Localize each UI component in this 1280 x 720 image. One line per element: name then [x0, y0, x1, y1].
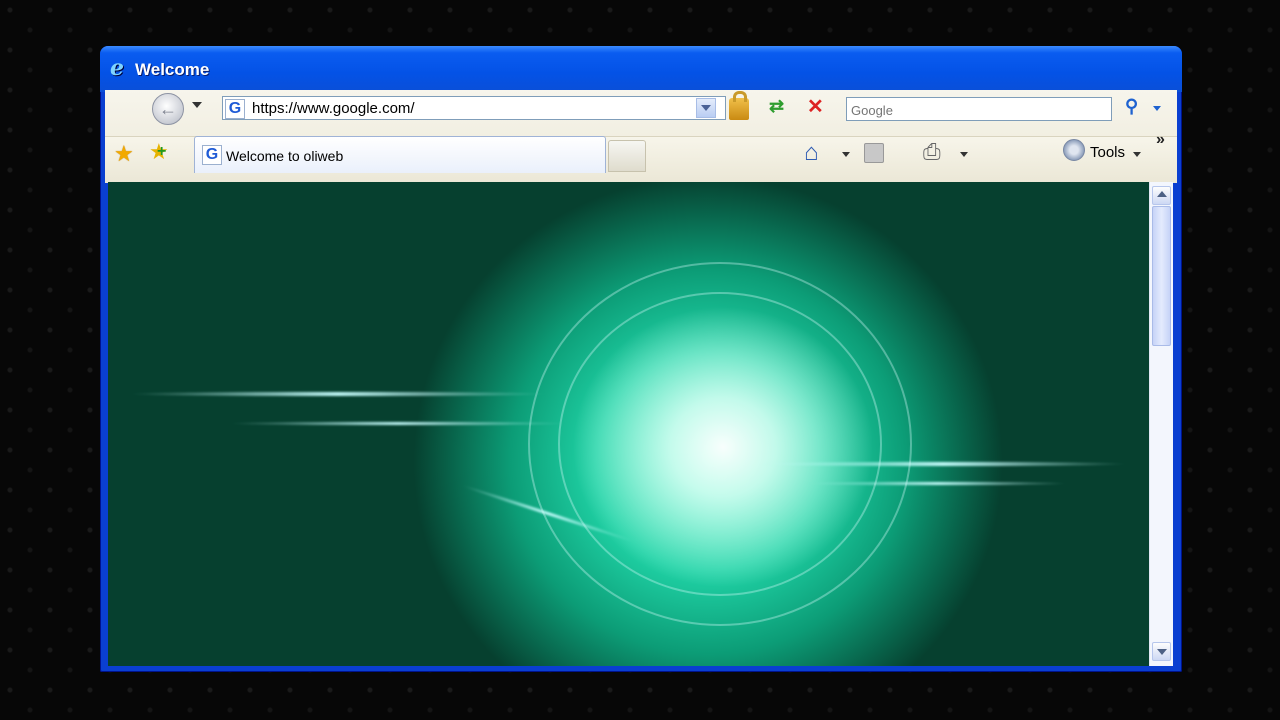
google-favicon: G [202, 145, 222, 165]
search-options-dropdown[interactable] [1153, 106, 1161, 111]
print-icon[interactable]: ⎙ [923, 139, 941, 165]
search-box[interactable] [846, 97, 1112, 121]
home-icon[interactable]: ⌂ [804, 139, 819, 167]
title-bar[interactable]: e Welcome [100, 46, 1182, 92]
vertical-scrollbar[interactable] [1149, 182, 1173, 666]
energy-ring [558, 292, 882, 596]
browser-chrome: ← G https://www.google.com/ ⇄ ✕ ⚲ ★ ★ G … [105, 90, 1177, 183]
window-title: Welcome [135, 60, 210, 79]
back-button[interactable]: ← [152, 93, 184, 125]
address-dropdown-button[interactable] [696, 98, 716, 118]
star-icon[interactable]: ★ [114, 141, 134, 167]
tools-menu-label[interactable]: Tools [1090, 144, 1125, 161]
lock-icon[interactable] [729, 91, 749, 120]
search-icon[interactable]: ⚲ [1125, 96, 1138, 117]
browser-window: e Welcome ← G https://www.google.com/ ⇄ … [100, 46, 1182, 672]
feed-icon[interactable] [864, 143, 884, 163]
home-dropdown[interactable] [842, 152, 850, 157]
tab-label: Welcome to oliweb [226, 148, 344, 164]
address-bar[interactable]: G https://www.google.com/ [222, 96, 726, 120]
tools-icon[interactable] [1063, 139, 1085, 161]
print-dropdown[interactable] [960, 152, 968, 157]
scroll-up-button[interactable] [1152, 186, 1171, 205]
light-streak [228, 422, 568, 425]
add-favorite-icon[interactable]: ★ [149, 139, 169, 165]
light-streak [128, 392, 548, 396]
search-input[interactable] [849, 99, 1111, 121]
tab-bar: ★ ★ G Welcome to oliweb ⌂ ⎙ Tools » [105, 131, 1177, 183]
page-content [108, 182, 1149, 666]
more-commands-chevron-icon[interactable]: » [1156, 131, 1165, 149]
internet-explorer-icon: e [110, 55, 124, 81]
google-favicon: G [225, 99, 245, 119]
refresh-icon[interactable]: ⇄ [769, 96, 784, 117]
address-url[interactable]: https://www.google.com/ [252, 100, 415, 117]
tools-dropdown[interactable] [1133, 152, 1141, 157]
new-tab-button[interactable] [608, 140, 646, 172]
scroll-down-button[interactable] [1152, 642, 1171, 661]
back-icon: ← [159, 99, 177, 119]
stop-icon[interactable]: ✕ [807, 94, 824, 119]
tab-current[interactable]: G Welcome to oliweb [194, 136, 606, 173]
scroll-thumb[interactable] [1152, 206, 1171, 346]
recent-pages-dropdown[interactable] [192, 102, 202, 108]
